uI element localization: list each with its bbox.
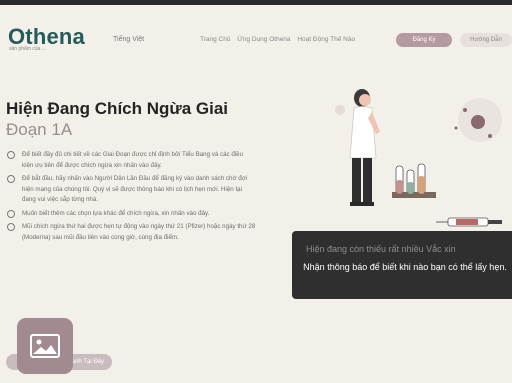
guide-button[interactable]: Hướng Dẫn	[460, 33, 512, 47]
info-icon	[7, 209, 15, 218]
banner-line1: Hiện đang còn thiếu rất nhiều Vắc xin	[306, 244, 456, 254]
info-icon	[7, 175, 15, 183]
main-nav: Trang Chủ Ứng Dụng Othena Hoạt Động Thế …	[200, 36, 360, 43]
page-title: Hiện Đang Chích Ngừa Giai Đoạn 1A	[6, 98, 266, 140]
info-list: Để biết đầy đủ chi tiết về các Giai Đoạn…	[6, 150, 256, 246]
vaccine-illustration	[280, 70, 512, 240]
vaccine-shortage-banner: Hiện đang còn thiếu rất nhiều Vắc xin Nh…	[292, 231, 512, 299]
title-main: Hiện Đang Chích Ngừa Giai	[6, 99, 229, 118]
logo-tagline: sản phẩm của ...	[9, 46, 46, 52]
list-item-text: Để biết đầy đủ chi tiết về các Giai Đoạn…	[22, 151, 244, 169]
register-button[interactable]: Đăng Ký	[396, 33, 452, 47]
banner-line2: Nhận thông báo để biết khi nào bạn có th…	[303, 262, 507, 272]
site-header: Othena sản phẩm của ... Tiếng Việt Trang…	[0, 8, 512, 54]
list-item-text: Để bắt đầu, hãy nhấn vào Người Dân Lần Đ…	[22, 175, 248, 203]
nav-item-how-it-works[interactable]: Hoạt Động Thế Nào	[297, 36, 355, 43]
list-item: Để biết đầy đủ chi tiết về các Giai Đoạn…	[6, 150, 256, 171]
image-icon	[30, 334, 60, 358]
image-placeholder	[17, 318, 73, 374]
language-selector[interactable]: Tiếng Việt	[113, 36, 144, 43]
nav-item-app[interactable]: Ứng Dụng Othena	[237, 36, 290, 43]
nav-item-home[interactable]: Trang Chủ	[200, 36, 230, 43]
title-phase: Đoạn 1A	[6, 120, 73, 139]
list-item-text: Muốn biết thêm các chọn lựa khác để chíc…	[22, 209, 210, 217]
list-item-text: Mũi chích ngừa thứ hai được hẹn tự động …	[22, 223, 256, 241]
info-icon	[7, 151, 15, 159]
list-item: Mũi chích ngừa thứ hai được hẹn tự động …	[6, 222, 256, 243]
info-icon	[7, 223, 15, 231]
top-border	[0, 0, 512, 5]
list-item: Để bắt đầu, hãy nhấn vào Người Dân Lần Đ…	[6, 174, 256, 206]
list-item: Muốn biết thêm các chọn lựa khác để chíc…	[6, 209, 256, 220]
